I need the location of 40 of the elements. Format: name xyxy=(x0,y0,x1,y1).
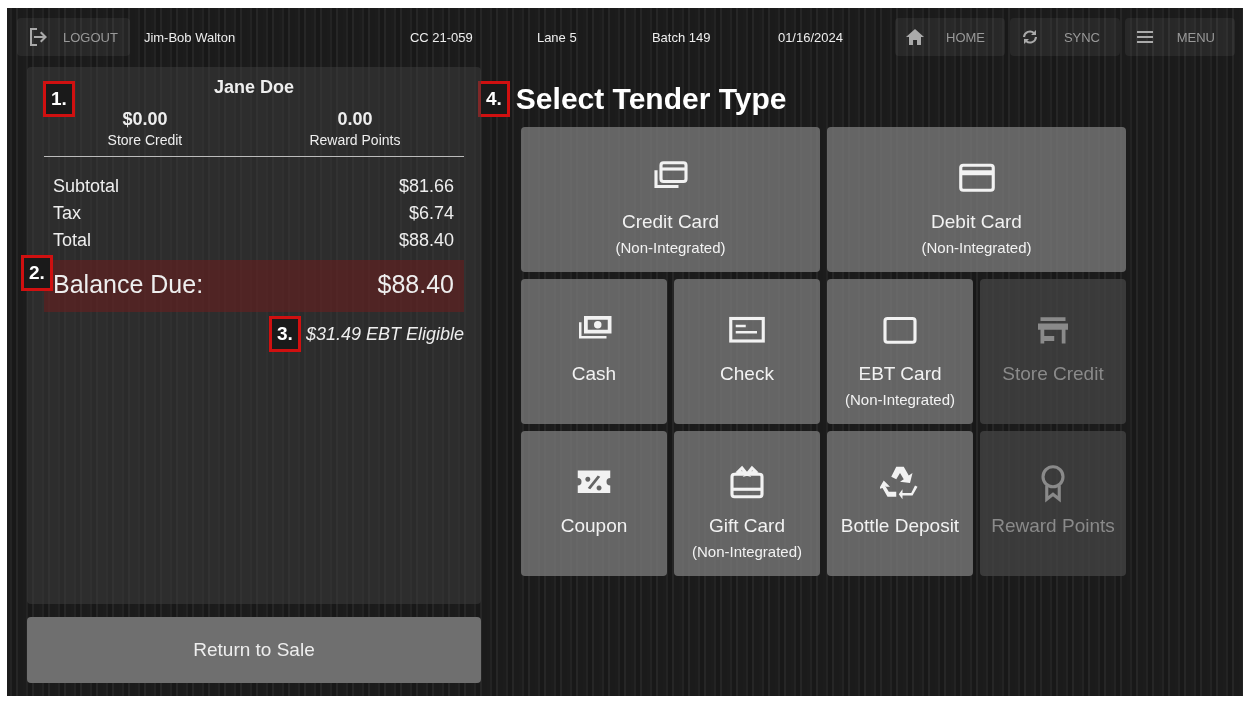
tender-button[interactable]: Bottle Deposit xyxy=(827,431,973,576)
logout-icon xyxy=(29,27,49,47)
tender-button[interactable]: Check xyxy=(674,279,820,424)
callout-marker: 1. xyxy=(43,81,75,117)
section-title: Select Tender Type xyxy=(515,82,787,116)
callout-marker: 2. xyxy=(21,255,53,291)
batch-label: Batch 149 xyxy=(651,29,712,45)
total-label: Tax xyxy=(53,202,81,225)
callout-marker: 4. xyxy=(478,81,510,117)
ebt-eligible-note: $31.49 EBT Eligible xyxy=(305,323,464,345)
customer-name: Jane Doe xyxy=(213,77,294,98)
sync-button[interactable]: SYNC xyxy=(1010,18,1120,56)
balance-value: $88.40 xyxy=(377,270,454,299)
total-label: Total xyxy=(53,229,92,252)
lane-label: Lane 5 xyxy=(536,29,578,45)
menu-button[interactable]: MENU xyxy=(1125,18,1235,56)
cashier-name: Jim-Bob Walton xyxy=(143,29,237,45)
tender-button[interactable]: Cash xyxy=(521,279,667,424)
stat-value: 0.00 xyxy=(337,109,373,130)
tender-button[interactable]: Credit Card (Non-Integrated) xyxy=(521,127,820,272)
balance-label: Balance Due: xyxy=(53,270,204,299)
tender-button[interactable]: EBT Card (Non-Integrated) xyxy=(827,279,973,424)
date-label: 01/16/2024 xyxy=(777,29,844,45)
tender-button[interactable]: Coupon xyxy=(521,431,667,576)
stat-value: $0.00 xyxy=(122,109,168,130)
total-value: $81.66 xyxy=(398,175,454,198)
total-value: $88.40 xyxy=(398,229,454,252)
home-button[interactable]: HOME xyxy=(895,18,1005,56)
home-icon xyxy=(905,27,925,47)
callout-marker: 3. xyxy=(269,316,301,352)
sync-icon xyxy=(1020,27,1040,47)
stat-label: Reward Points xyxy=(309,132,401,148)
stat-label: Store Credit xyxy=(107,132,183,148)
return-to-sale-button[interactable]: Return to Sale xyxy=(27,617,481,683)
total-value: $6.74 xyxy=(408,202,454,225)
total-label: Subtotal xyxy=(53,175,120,198)
logout-button[interactable]: LOGOUT xyxy=(17,18,130,56)
register-id: CC 21-059 xyxy=(409,29,474,45)
tender-button[interactable]: Debit Card (Non-Integrated) xyxy=(827,127,1126,272)
tender-button[interactable]: Gift Card (Non-Integrated) xyxy=(674,431,820,576)
